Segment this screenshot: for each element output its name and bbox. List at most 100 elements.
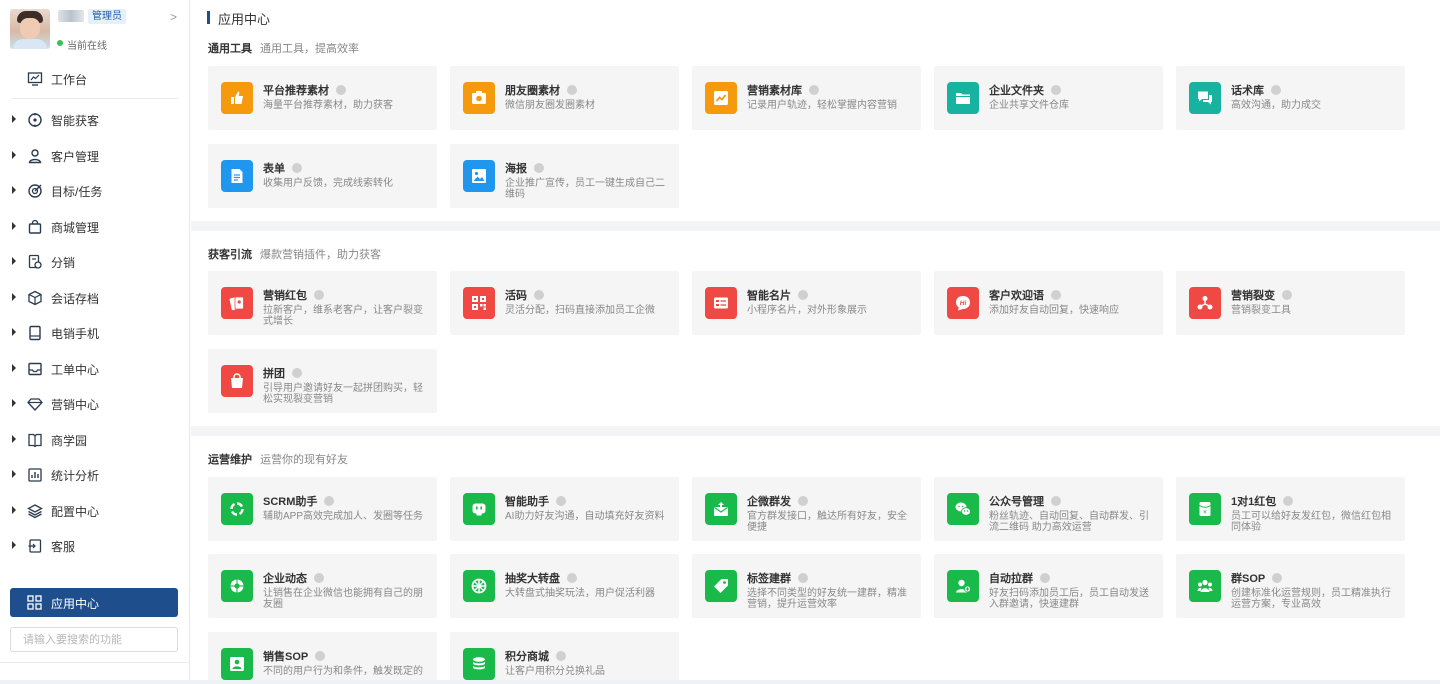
- app-card-title: 客户欢迎语: [989, 290, 1044, 302]
- app-card-points-mall[interactable]: 积分商城 让客户用积分兑换礼品: [450, 632, 679, 684]
- nav-item-app-center[interactable]: 应用中心: [10, 588, 178, 617]
- info-icon[interactable]: [809, 85, 819, 95]
- app-card-enterprise-moments[interactable]: 企业动态 让销售在企业微信也能拥有自己的朋友圈: [208, 554, 437, 618]
- svg-text:Hi: Hi: [960, 300, 967, 307]
- info-icon[interactable]: [556, 496, 566, 506]
- app-card-title: 积分商城: [505, 651, 549, 663]
- info-icon[interactable]: [292, 163, 302, 173]
- nav-label: 商城管理: [51, 221, 100, 235]
- app-card-wecom-mass-send[interactable]: 企微群发 官方群发接口，触达所有好友，安全便捷: [692, 477, 921, 541]
- app-card-title: 营销素材库: [747, 85, 802, 97]
- info-icon[interactable]: [336, 85, 346, 95]
- info-icon[interactable]: [1282, 290, 1292, 300]
- info-icon[interactable]: [798, 496, 808, 506]
- info-icon[interactable]: [534, 163, 544, 173]
- nav-item-mall-management[interactable]: 商城管理: [0, 212, 190, 242]
- nav-item-customer-management[interactable]: 客户管理: [0, 141, 190, 171]
- app-card-platform-materials[interactable]: 平台推荐素材 海量平台推荐素材，助力获客: [208, 66, 437, 130]
- app-card-smart-business-card[interactable]: 智能名片 小程序名片，对外形象展示: [692, 271, 921, 335]
- app-card-group-sop[interactable]: 群SOP 创建标准化运营规则，员工精准执行运营方案，专业高效: [1176, 554, 1405, 618]
- phone-icon: [29, 325, 41, 341]
- nav-item-statistics[interactable]: 统计分析: [0, 460, 190, 490]
- nav-item-ticket-center[interactable]: 工单中心: [0, 354, 190, 384]
- info-icon[interactable]: [1283, 496, 1294, 506]
- app-card-live-code[interactable]: 活码 灵活分配，扫码直接添加员工企微: [450, 271, 679, 335]
- app-card-tag-group[interactable]: 标签建群 选择不同类型的好友统一建群，精准营销，提升运营效率: [692, 554, 921, 618]
- nav-item-config-center[interactable]: 配置中心: [0, 496, 190, 526]
- app-card-enterprise-folder[interactable]: 企业文件夹 企业共享文件仓库: [934, 66, 1163, 130]
- nav-label: 会话存档: [51, 292, 100, 306]
- user-profile[interactable]: 管理员 > 当前在线: [0, 0, 189, 58]
- app-card-marketing-fission[interactable]: 营销裂变 营销裂变工具: [1176, 271, 1405, 335]
- app-card-lucky-wheel[interactable]: 抽奖大转盘 大转盘式抽奖玩法，用户促活利器: [450, 554, 679, 618]
- nav-item-marketing-center[interactable]: 营销中心: [0, 389, 190, 419]
- app-card-sales-sop[interactable]: 销售SOP 不同的用户行为和条件，触发既定的: [208, 632, 437, 684]
- nav-workbench[interactable]: 工作台: [0, 64, 190, 92]
- app-card-desc: 让销售在企业微信也能拥有自己的朋友圈: [263, 588, 423, 610]
- app-card-official-account[interactable]: 公众号管理 粉丝轨迹、自动回复、自动群发、引流二维码 助力高效运营: [934, 477, 1163, 541]
- app-card-group-buy[interactable]: 拼团 引导用户邀请好友一起拼团购买，轻松实现裂变营销: [208, 349, 437, 413]
- avatar: [10, 9, 50, 49]
- info-icon[interactable]: [292, 368, 302, 378]
- info-icon[interactable]: [315, 651, 326, 661]
- form-icon: [221, 160, 253, 192]
- nav-item-distribution[interactable]: 分销: [0, 247, 190, 277]
- nav-item-business-academy[interactable]: 商学园: [0, 425, 190, 455]
- app-card-desc: 引导用户邀请好友一起拼团购买，轻松实现裂变营销: [263, 383, 423, 405]
- info-icon[interactable]: [1040, 573, 1050, 583]
- section-subtitle: 运营你的现有好友: [260, 454, 348, 466]
- info-icon[interactable]: [324, 496, 335, 506]
- nav-item-smart-acquisition[interactable]: 智能获客: [0, 105, 190, 135]
- nav-label: 配置中心: [51, 505, 100, 519]
- app-card-script-library[interactable]: 话术库 高效沟通，助力成交: [1176, 66, 1405, 130]
- info-icon[interactable]: [314, 290, 324, 300]
- nav-label: 目标/任务: [51, 185, 103, 199]
- info-icon[interactable]: [1051, 85, 1061, 95]
- section-divider: [191, 426, 1440, 436]
- info-icon[interactable]: [1271, 85, 1281, 95]
- app-card-poster[interactable]: 海报 企业推广宣传，员工一键生成自己二维码: [450, 144, 679, 208]
- layers-icon: [27, 504, 43, 519]
- info-icon[interactable]: [1051, 290, 1061, 300]
- nav-item-chat-archive[interactable]: 会话存档: [0, 283, 190, 313]
- poster-icon: [463, 160, 495, 192]
- user-icon: [28, 149, 42, 164]
- function-search-input[interactable]: [10, 627, 178, 652]
- qrcode-icon: [463, 287, 495, 319]
- info-icon[interactable]: [556, 651, 566, 661]
- divider: [0, 662, 190, 663]
- info-icon[interactable]: [567, 85, 577, 95]
- trend-icon: [705, 82, 737, 114]
- app-card-marketing-library[interactable]: 营销素材库 记录用户轨迹，轻松掌握内容营销: [692, 66, 921, 130]
- monitor-chart-icon: [27, 72, 43, 86]
- info-icon[interactable]: [567, 573, 577, 583]
- app-card-smart-assistant[interactable]: 智能助手 AI助力好友沟通，自动填充好友资料: [450, 477, 679, 541]
- nav-label: 电销手机: [51, 327, 100, 341]
- info-icon[interactable]: [798, 290, 808, 300]
- section-title: 运营维护: [208, 454, 252, 466]
- caret-right-icon: [12, 470, 16, 478]
- app-card-one-on-one-red-packet[interactable]: ¥ 1对1红包 员工可以给好友发红包，微信红包相同体验: [1176, 477, 1405, 541]
- title-accent-bar: [207, 11, 210, 24]
- thumbs-up-icon: [221, 82, 253, 114]
- info-icon[interactable]: [314, 573, 324, 583]
- nav-item-goals-tasks[interactable]: 目标/任务: [0, 176, 190, 206]
- nav-item-sales-phone[interactable]: 电销手机: [0, 318, 190, 348]
- app-card-welcome-message[interactable]: Hi 客户欢迎语 添加好友自动回复，快速响应: [934, 271, 1163, 335]
- app-card-scrm-assistant[interactable]: SCRM助手 辅助APP高效完成加人、发圈等任务: [208, 477, 437, 541]
- info-icon[interactable]: [1272, 573, 1283, 583]
- app-card-marketing-red-packet[interactable]: 营销红包 拉新客户，维系老客户，让客户裂变式增长: [208, 271, 437, 335]
- app-card-moments-materials[interactable]: 朋友圈素材 微信朋友圈发圈素材: [450, 66, 679, 130]
- app-card-form[interactable]: 表单 收集用户反馈，完成线索转化: [208, 144, 437, 208]
- app-card-auto-group-invite[interactable]: 自动拉群 好友扫码添加员工后，员工自动发送入群邀请，快速建群: [934, 554, 1163, 618]
- info-icon[interactable]: [1051, 496, 1061, 506]
- chevron-right-icon[interactable]: >: [170, 10, 177, 24]
- app-card-title: 话术库: [1231, 85, 1264, 97]
- info-icon[interactable]: [534, 290, 544, 300]
- nav-label: 分销: [51, 256, 76, 270]
- caret-right-icon: [12, 151, 16, 159]
- add-user-icon: [947, 570, 979, 602]
- info-icon[interactable]: [798, 573, 808, 583]
- nav-item-customer-service[interactable]: 客服: [0, 531, 190, 561]
- app-card-desc: 粉丝轨迹、自动回复、自动群发、引流二维码 助力高效运营: [989, 511, 1149, 533]
